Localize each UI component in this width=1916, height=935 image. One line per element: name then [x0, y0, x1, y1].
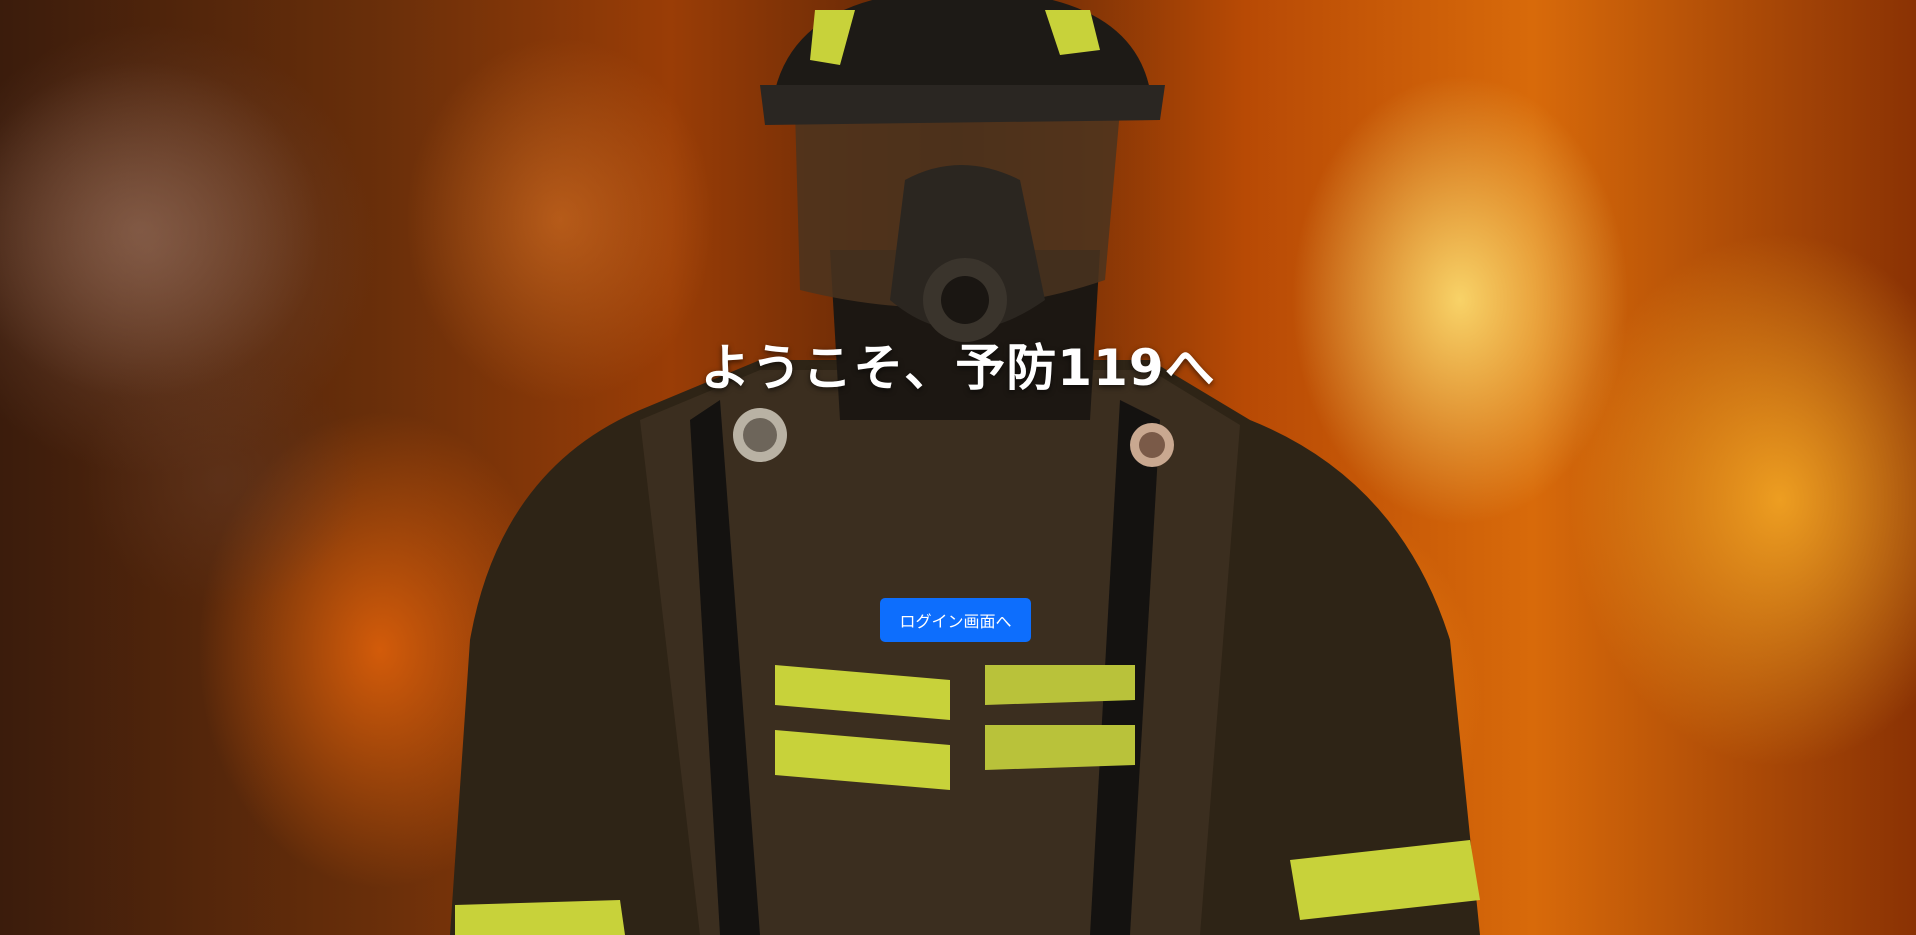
login-button[interactable]: ログイン画面へ: [880, 598, 1031, 642]
page-title: ようこそ、予防119へ: [700, 339, 1216, 397]
firefighter-image: [450, 0, 1480, 935]
hero-section: ようこそ、予防119へ ログイン画面へ: [0, 0, 1916, 935]
